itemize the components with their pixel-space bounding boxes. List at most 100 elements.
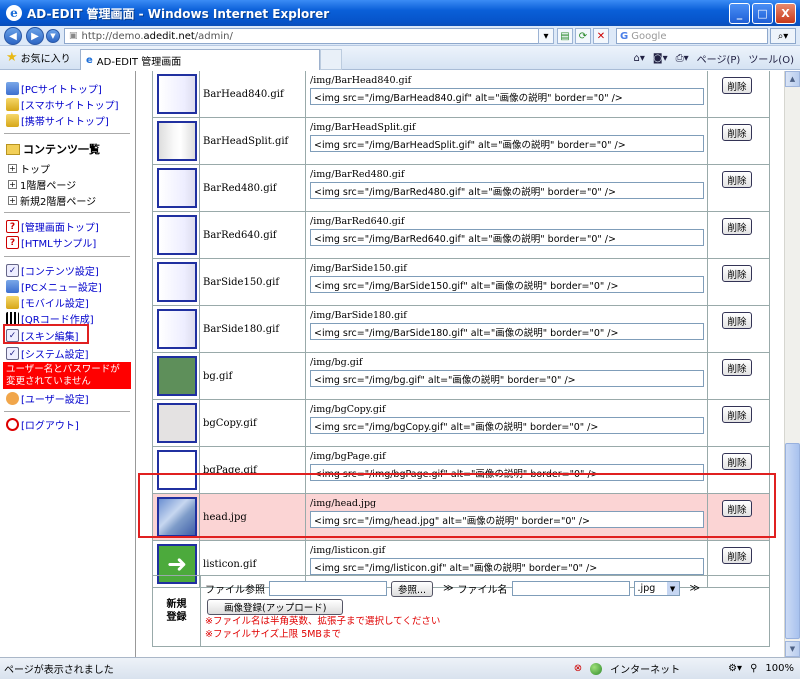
close-button[interactable]: X [775, 3, 796, 24]
tab-admin[interactable]: e AD-EDIT 管理画面 [80, 49, 320, 70]
browse-button[interactable]: 参照... [391, 580, 434, 597]
upload-button[interactable]: 画像登録(アップロード) [207, 598, 344, 615]
expand-icon[interactable]: + [8, 164, 17, 173]
path-cell: /img/BarHeadSplit.gif <img src="/img/BarH… [306, 118, 708, 165]
back-arrow-icon[interactable]: ◀ [4, 27, 22, 45]
image-path: /img/BarRed480.gif [310, 169, 405, 180]
image-row: BarSide180.gif/img/BarSide180.gif <img sr… [152, 306, 770, 353]
file-name-cell: BarRed640.gif [200, 212, 306, 259]
nav-pc-site-top[interactable]: [PCサイトトップ] [6, 81, 102, 96]
delete-button[interactable]: 削除 [722, 218, 752, 235]
delete-button[interactable]: 削除 [722, 453, 752, 470]
img-tag-field[interactable]: <img src="/img/bgCopy.gif" alt="画像の説明" b… [310, 417, 704, 434]
favorites-button[interactable]: ★ お気に入り [6, 50, 71, 65]
tree-item-level2[interactable]: + 新規2階層ページ [8, 193, 96, 208]
forward-arrow-icon[interactable]: ▶ [26, 27, 44, 45]
nav-html-sample[interactable]: ? [HTMLサンプル] [6, 235, 96, 250]
nav-smartphone-site-top[interactable]: [スマホサイトトップ] [6, 97, 119, 112]
maximize-button[interactable]: □ [752, 3, 773, 24]
edit-icon: ✓ [6, 264, 19, 277]
image-path: /img/BarHead840.gif [310, 75, 412, 86]
page-menu[interactable]: ページ(P) [697, 51, 741, 66]
image-thumbnail [157, 74, 197, 114]
zoom-level[interactable]: 100% [765, 663, 794, 674]
file-name-input[interactable] [511, 581, 630, 596]
action-cell: 削除 [708, 306, 770, 353]
home-icon[interactable]: ⌂▾ [634, 53, 645, 64]
nav-logout[interactable]: [ログアウト] [6, 417, 79, 432]
globe-icon [590, 662, 603, 675]
img-tag-field[interactable]: <img src="/img/BarHead840.gif" alt="画像の説… [310, 88, 704, 105]
nav-pc-menu-settings[interactable]: [PCメニュー設定] [6, 279, 102, 294]
tree-label: トップ [20, 165, 50, 176]
nav-mobile-settings[interactable]: [モバイル設定] [6, 295, 89, 310]
image-row: bg.gif/img/bg.gif <img src="/img/bg.gif" … [152, 353, 770, 400]
img-tag-field[interactable]: <img src="/img/BarRed480.gif" alt="画像の説明… [310, 182, 704, 199]
mobile-icon [6, 98, 19, 111]
stop-icon[interactable]: ✕ [593, 28, 609, 44]
scroll-down-icon[interactable]: ▼ [785, 641, 800, 657]
scroll-thumb[interactable] [785, 443, 800, 639]
image-thumbnail [157, 309, 197, 349]
contents-list-title: コンテンツ一覧 [6, 141, 100, 157]
path-cell: /img/bg.gif <img src="/img/bg.gif" alt="画… [306, 353, 708, 400]
new-tab-button[interactable] [320, 49, 342, 70]
delete-button[interactable]: 削除 [722, 265, 752, 282]
image-thumbnail [157, 121, 197, 161]
expand-icon[interactable]: + [8, 196, 17, 205]
delete-button[interactable]: 削除 [722, 312, 752, 329]
thumbnail-cell [152, 306, 200, 353]
delete-button[interactable]: 削除 [722, 406, 752, 423]
image-thumbnail [157, 403, 197, 443]
file-path-input[interactable] [269, 581, 387, 596]
file-name-cell: BarSide180.gif [200, 306, 306, 353]
folder-icon [6, 143, 20, 155]
img-tag-field[interactable]: <img src="/img/BarRed640.gif" alt="画像の説明… [310, 229, 704, 246]
nav-mobile-site-top[interactable]: [携帯サイトトップ] [6, 113, 109, 128]
delete-button[interactable]: 削除 [722, 547, 752, 564]
tree-item-level1[interactable]: +1階層ページ [8, 177, 76, 192]
image-row: BarHeadSplit.gif/img/BarHeadSplit.gif <im… [152, 118, 770, 165]
vertical-scrollbar[interactable]: ▲ ▼ [784, 71, 800, 657]
delete-button[interactable]: 削除 [722, 359, 752, 376]
img-tag-field[interactable]: <img src="/img/BarSide150.gif" alt="画像の説… [310, 276, 704, 293]
img-tag-field[interactable]: <img src="/img/bg.gif" alt="画像の説明" borde… [310, 370, 704, 387]
delete-button[interactable]: 削除 [722, 171, 752, 188]
zone-label: インターネット [610, 665, 681, 676]
action-cell: 削除 [708, 259, 770, 306]
extension-select[interactable]: .jpg ▼ [633, 581, 680, 596]
action-cell: 削除 [708, 353, 770, 400]
image-row: BarSide150.gif/img/BarSide150.gif <img sr… [152, 259, 770, 306]
print-icon[interactable]: ⎙▾ [676, 53, 689, 64]
feeds-icon[interactable]: ◙▾ [653, 53, 668, 64]
nav-admin-top[interactable]: ? [管理画面トップ] [6, 219, 99, 234]
img-tag-field[interactable]: <img src="/img/listicon.gif" alt="画像の説明"… [310, 558, 704, 575]
url-input[interactable]: ▣ http://demo. adedit.net/admin/ [64, 28, 551, 44]
expand-icon[interactable]: + [8, 180, 17, 189]
nav-system-settings[interactable]: ✓ [システム設定] [6, 346, 89, 361]
tree-item-top[interactable]: + トップ [8, 161, 50, 176]
scroll-up-icon[interactable]: ▲ [785, 71, 800, 87]
history-dropdown-icon[interactable]: ▼ [46, 29, 60, 43]
nav-label: [PCメニュー設定] [21, 283, 102, 294]
tools-menu[interactable]: ツール(O) [748, 51, 794, 66]
security-icon[interactable]: ⚙▾ [728, 663, 742, 674]
nav-user-settings[interactable]: [ユーザー設定] [6, 391, 89, 406]
mobile-icon [6, 296, 19, 309]
search-input[interactable]: G Google [616, 28, 768, 44]
nav-content-settings[interactable]: ✓ [コンテンツ設定] [6, 263, 99, 278]
image-row: BarRed640.gif/img/BarRed640.gif <img src=… [152, 212, 770, 259]
address-dropdown-icon[interactable]: ▾ [538, 28, 554, 44]
img-tag-field[interactable]: <img src="/img/BarHeadSplit.gif" alt="画像… [310, 135, 704, 152]
img-tag-field[interactable]: <img src="/img/BarSide180.gif" alt="画像の説… [310, 323, 704, 340]
search-icon[interactable]: ⌕▾ [770, 28, 796, 44]
file-name-cell: bg.gif [200, 353, 306, 400]
arrow-glyph: ≫ [689, 583, 700, 594]
delete-button[interactable]: 削除 [722, 124, 752, 141]
image-path: /img/BarRed640.gif [310, 216, 405, 227]
compatibility-icon[interactable]: ▤ [557, 28, 573, 44]
refresh-icon[interactable]: ⟳ [575, 28, 591, 44]
minimize-button[interactable]: _ [729, 3, 750, 24]
delete-button[interactable]: 削除 [722, 77, 752, 94]
image-thumbnail [157, 356, 197, 396]
